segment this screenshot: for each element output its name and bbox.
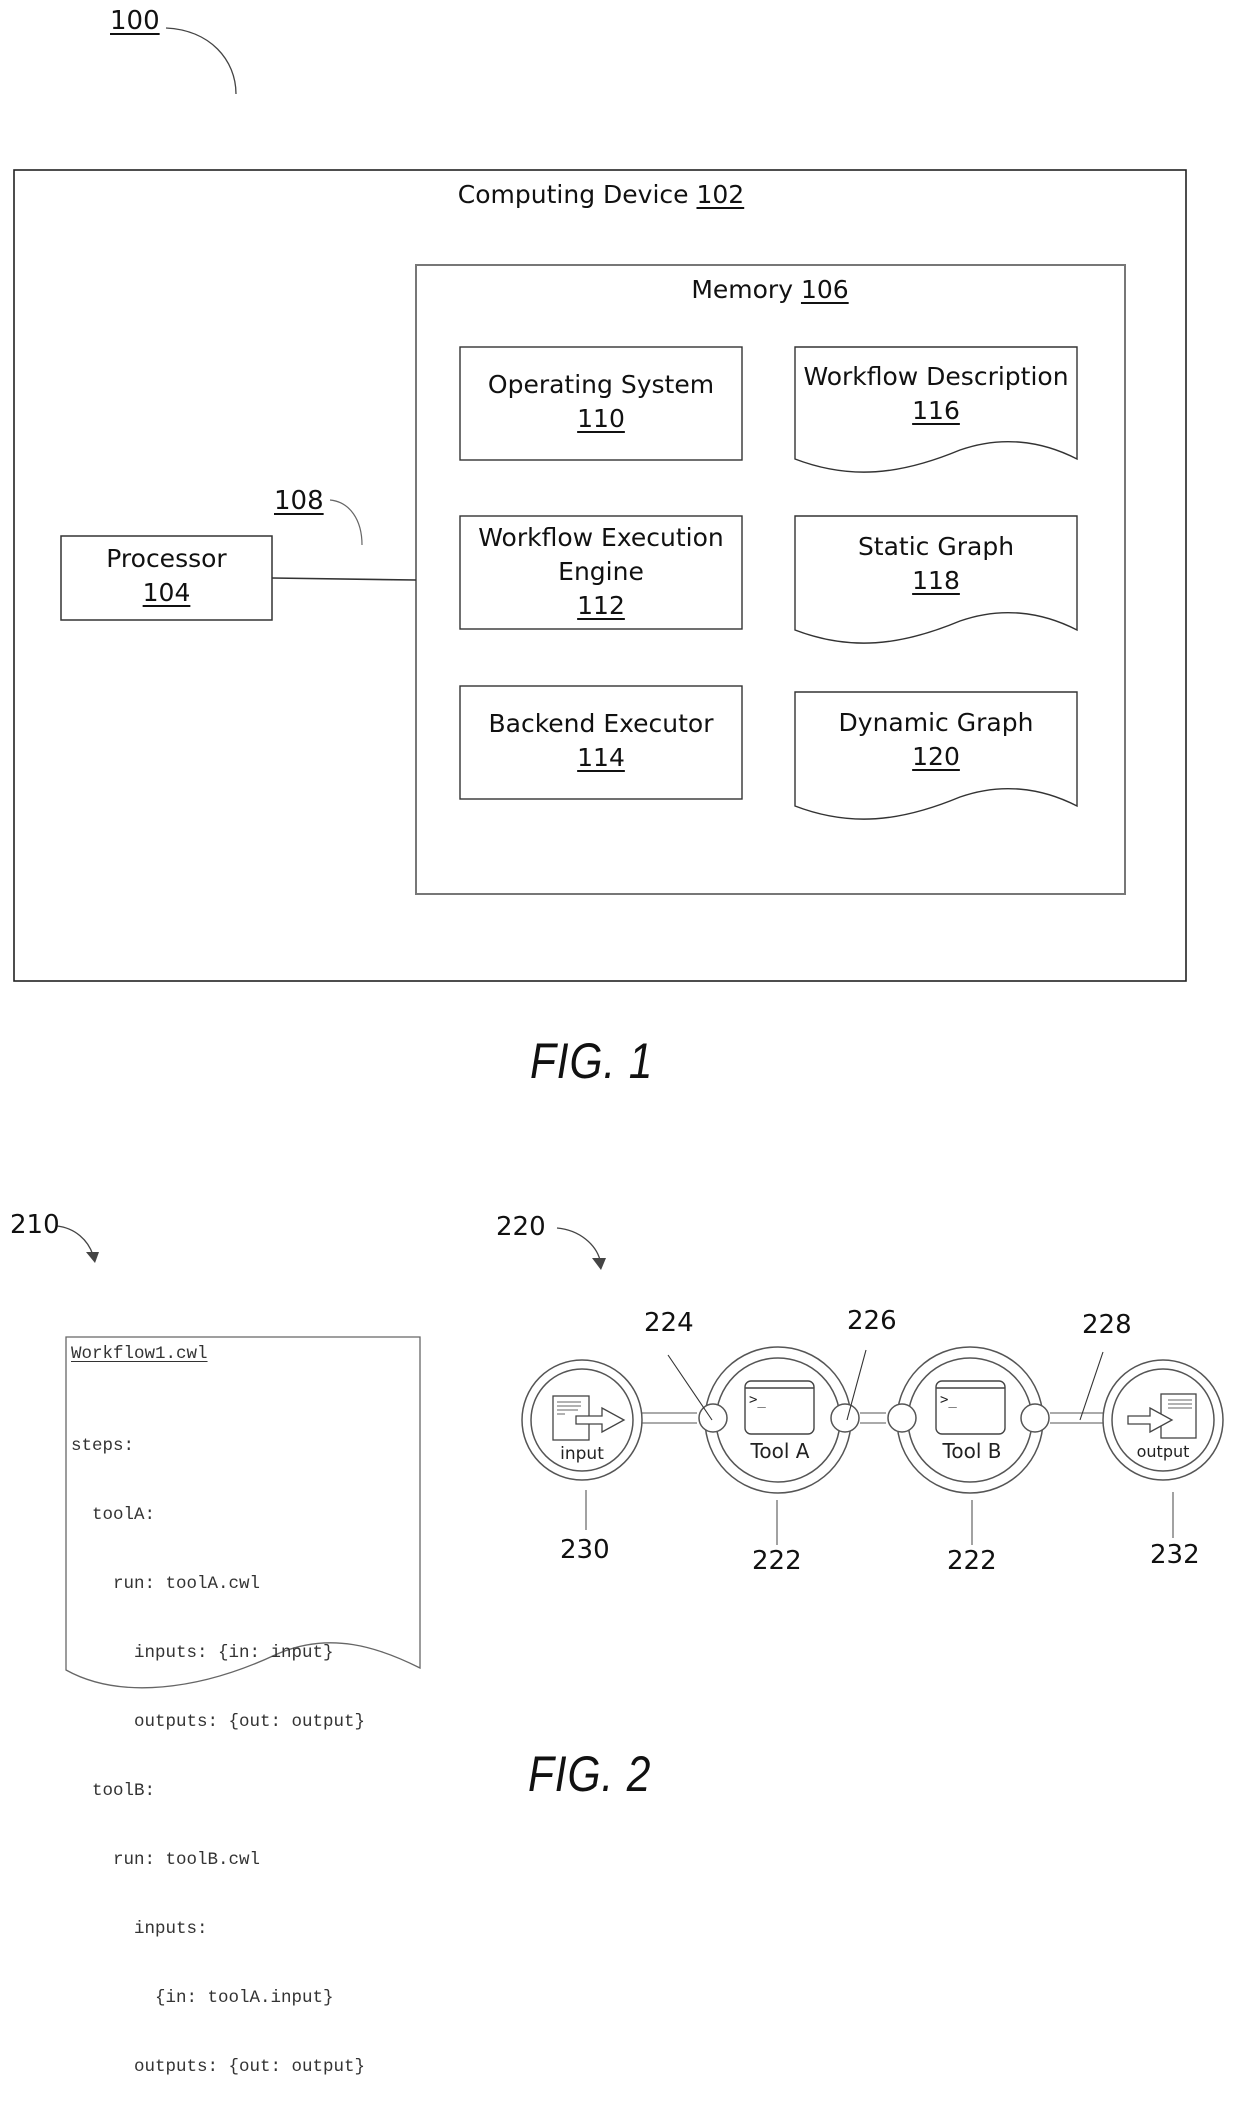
toolB-node-label: Tool B: [942, 1439, 1002, 1463]
processor-label: Processor 104: [61, 542, 272, 610]
component-title: Workflow Description: [803, 362, 1069, 391]
processor-name: Processor: [106, 544, 227, 573]
ref-230-label: 230: [560, 1535, 610, 1565]
svg-text:>_: >_: [940, 1392, 957, 1408]
ref-220-label: 220: [496, 1212, 546, 1242]
code-line: toolA:: [71, 1505, 156, 1525]
component-ref: 114: [577, 743, 625, 772]
output-node-label: output: [1137, 1442, 1190, 1461]
graph-node-output[interactable]: [1102, 1359, 1224, 1481]
port-toolB-in[interactable]: [887, 1403, 917, 1433]
workflow-code: steps: toolA: run: toolA.cwl inputs: {in…: [71, 1389, 365, 2102]
ref-224-leader: [667, 1354, 713, 1421]
memory-name: Memory: [691, 275, 793, 304]
edge-input-toolA: [642, 1412, 697, 1424]
svg-text:>_: >_: [749, 1392, 766, 1408]
fig2-caption: FIG. 2: [528, 1746, 652, 1802]
code-line: toolB:: [71, 1781, 156, 1801]
code-line: run: toolB.cwl: [71, 1850, 261, 1870]
ref-210-label: 210: [10, 1210, 60, 1240]
component-title-line-2: Engine: [558, 557, 644, 586]
ref-108-leader: [329, 499, 363, 546]
code-line: inputs: {in: input}: [71, 1643, 334, 1663]
ref-228-leader: [1079, 1351, 1104, 1421]
terminal-window-icon: >_: [744, 1380, 815, 1435]
component-title: Operating System: [487, 370, 715, 399]
ref-224-label: 224: [644, 1308, 694, 1338]
ref-228-label: 228: [1082, 1310, 1132, 1340]
code-line: run: toolA.cwl: [71, 1574, 261, 1594]
component-static-graph[interactable]: Static Graph 118: [795, 530, 1077, 598]
input-node-label: input: [560, 1444, 604, 1464]
component-ref: 116: [912, 396, 960, 425]
component-title: Dynamic Graph: [838, 708, 1034, 737]
ref-226-label: 226: [847, 1306, 897, 1336]
edge-toolB-output: [1050, 1412, 1103, 1424]
ref-108-label: 108: [274, 486, 324, 516]
computing-device-ref: 102: [696, 180, 745, 209]
ref-210-leader: [56, 1225, 94, 1256]
code-line: outputs: {out: output}: [71, 2057, 366, 2077]
component-ref: 110: [577, 404, 625, 433]
component-workflow-description[interactable]: Workflow Description 116: [795, 360, 1077, 428]
toolA-node-label: Tool A: [750, 1439, 810, 1463]
ref-100-leader: [165, 27, 237, 95]
memory-ref: 106: [800, 275, 849, 304]
ref-220-leader: [556, 1227, 601, 1261]
ref-210-arrowhead: [86, 1252, 99, 1263]
component-dynamic-graph[interactable]: Dynamic Graph 120: [795, 706, 1077, 774]
workflow-filename: Workflow1.cwl: [71, 1344, 208, 1364]
ref-222b-label: 222: [947, 1546, 997, 1576]
code-line: outputs: {out: output}: [71, 1712, 366, 1732]
component-operating-system[interactable]: Operating System 110: [460, 368, 742, 436]
component-ref: 118: [912, 566, 960, 595]
component-backend-executor[interactable]: Backend Executor 114: [460, 707, 742, 775]
port-toolA-in[interactable]: [698, 1403, 728, 1433]
component-workflow-execution-engine[interactable]: Workflow Execution Engine 112: [460, 521, 742, 623]
component-ref: 120: [912, 742, 960, 771]
component-title-line-1: Workflow Execution: [478, 523, 724, 552]
memory-title: Memory 106: [600, 273, 940, 307]
ref-222a-label: 222: [752, 1546, 802, 1576]
port-toolB-out[interactable]: [1020, 1403, 1050, 1433]
component-title: Backend Executor: [488, 709, 714, 738]
processor-ref: 104: [142, 578, 191, 607]
computing-device-name: Computing Device: [457, 180, 689, 209]
component-ref: 112: [577, 591, 625, 620]
code-line: inputs:: [71, 1919, 208, 1939]
component-title: Static Graph: [857, 532, 1015, 561]
edge-toolA-toolB: [860, 1412, 886, 1424]
computing-device-title: Computing Device 102: [416, 178, 786, 212]
code-line: {in: toolA.input}: [71, 1988, 334, 2008]
code-line: steps:: [71, 1436, 135, 1456]
bus-line: [271, 577, 417, 581]
ref-220-arrowhead: [592, 1258, 606, 1270]
ref-232-label: 232: [1150, 1540, 1200, 1570]
terminal-window-icon: >_: [935, 1380, 1006, 1435]
port-toolA-out[interactable]: [830, 1403, 860, 1433]
fig1-caption: FIG. 1: [530, 1033, 654, 1089]
ref-100-label: 100: [110, 6, 160, 36]
